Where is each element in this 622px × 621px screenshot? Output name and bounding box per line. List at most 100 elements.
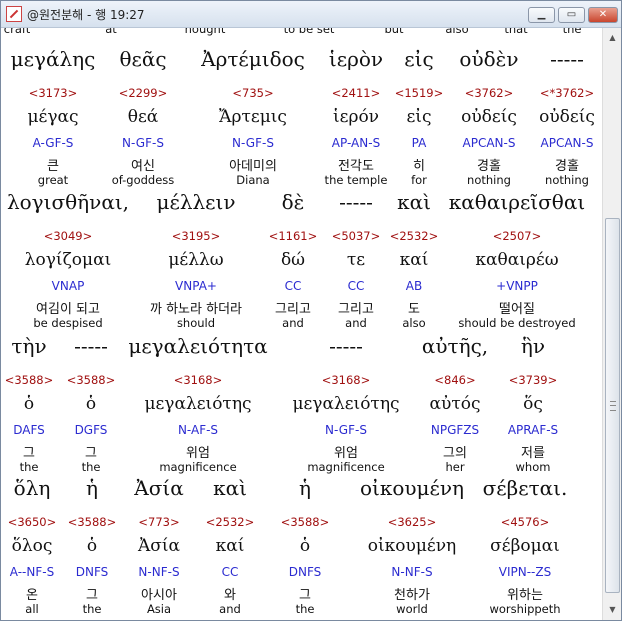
parsing-code: N-GF-S	[232, 136, 274, 150]
scroll-down-arrow-icon[interactable]: ▼	[605, 602, 620, 617]
strong-number: <5037>	[331, 229, 381, 243]
strong-number: <773>	[138, 515, 180, 529]
greek-word: καθαιρεῖσθαι	[448, 190, 586, 214]
title-bar[interactable]: @원전분해 - 행 19:27 ▁ ▭ ✕	[1, 1, 621, 28]
parsing-code: DNFS	[288, 565, 322, 579]
lemma-word: σέβομαι	[490, 536, 560, 556]
english-gloss: her	[445, 460, 465, 474]
lemma-word: μέγας	[27, 107, 79, 127]
top-cut-gloss: at	[105, 28, 117, 36]
grip-icon	[610, 401, 616, 411]
greek-word: σέβεται.	[482, 476, 568, 500]
korean-gloss: 그	[85, 446, 97, 461]
english-gloss: great	[37, 173, 69, 187]
strong-number: <3762>	[464, 86, 514, 100]
parsing-code: CC	[221, 565, 239, 579]
scrollbar-thumb[interactable]	[605, 218, 620, 593]
korean-gloss: 그	[23, 446, 35, 461]
top-cut-gloss: that	[504, 28, 528, 36]
korean-gloss: 그	[299, 588, 311, 603]
lemma-word: ὁ	[86, 536, 98, 556]
strong-number: <3168>	[321, 373, 371, 387]
english-gloss: magnificence	[307, 460, 385, 474]
strong-number: <4576>	[500, 515, 550, 529]
greek-word: ἣν	[520, 334, 546, 358]
korean-gloss: 그리고	[338, 302, 374, 317]
lemma-word: ὁ	[85, 394, 97, 414]
parsing-code: A--NF-S	[9, 565, 55, 579]
parsing-code: VNPA+	[175, 279, 217, 293]
scroll-up-arrow-icon[interactable]: ▲	[605, 30, 620, 45]
greek-word: Ἀσία	[134, 476, 184, 500]
korean-gloss: 큰	[47, 159, 59, 174]
strong-number: <3588>	[4, 373, 54, 387]
greek-word: ὅλη	[13, 476, 51, 500]
korean-gloss: 위하는	[507, 588, 543, 603]
minimize-button[interactable]: ▁	[528, 7, 555, 23]
english-gloss: the	[295, 602, 315, 616]
english-gloss: magnificence	[159, 460, 237, 474]
english-gloss: world	[396, 602, 428, 616]
lemma-word: οὐδείς	[461, 107, 517, 127]
english-gloss: should be destroyed	[458, 316, 576, 330]
strong-number: <3588>	[67, 515, 117, 529]
parsing-code: N-GF-S	[122, 136, 164, 150]
parsing-code: N-AF-S	[177, 423, 219, 437]
greek-word: αὐτῆς,	[421, 334, 489, 358]
parsing-code: PA	[411, 136, 427, 150]
english-gloss: and	[219, 602, 241, 616]
english-gloss: Diana	[236, 173, 270, 187]
korean-gloss: 그	[86, 588, 98, 603]
strong-number: <3588>	[66, 373, 116, 387]
greek-word: ἡ	[86, 476, 98, 500]
close-button[interactable]: ✕	[588, 7, 618, 23]
top-cut-gloss: but	[384, 28, 404, 36]
parsing-code: DAFS	[13, 423, 45, 437]
lemma-word: ὅς	[523, 394, 543, 414]
greek-word: οἰκουμένη	[359, 476, 465, 500]
korean-gloss: 여김이 되고	[36, 302, 100, 317]
strong-number: <2532>	[205, 515, 255, 529]
korean-gloss: 천하가	[394, 588, 430, 603]
greek-word: -----	[339, 190, 373, 214]
greek-word: -----	[329, 334, 363, 358]
english-gloss: nothing	[467, 173, 511, 187]
english-gloss: all	[25, 602, 39, 616]
lemma-word: αὐτός	[429, 394, 481, 414]
greek-word: ἱερὸν	[328, 47, 384, 71]
strong-number: <3168>	[173, 373, 223, 387]
greek-word: μεγαλειότητα	[128, 334, 268, 358]
lemma-word: καί	[399, 250, 429, 270]
parsing-code: +VNPP	[496, 279, 538, 293]
english-gloss: be despised	[33, 316, 103, 330]
english-gloss: worshippeth	[489, 602, 561, 616]
lemma-word: μέλλω	[168, 250, 224, 270]
parsing-code: APRAF-S	[507, 423, 559, 437]
strong-number: <2532>	[389, 229, 439, 243]
strong-number: <2299>	[118, 86, 168, 100]
vertical-scrollbar[interactable]: ▲ ▼	[602, 28, 621, 620]
parsing-code: DGFS	[74, 423, 108, 437]
maximize-button[interactable]: ▭	[558, 7, 585, 23]
greek-word: λογισθῆναι,	[6, 190, 130, 214]
korean-gloss: 여신	[131, 159, 155, 174]
english-gloss: the	[81, 460, 101, 474]
parsing-code: VIPN--ZS	[498, 565, 552, 579]
english-gloss: the	[82, 602, 102, 616]
parsing-code: CC	[347, 279, 365, 293]
english-gloss: also	[402, 316, 426, 330]
strong-number: <*3762>	[539, 86, 595, 100]
parsing-code: AP-AN-S	[331, 136, 381, 150]
parsing-code: APCAN-S	[462, 136, 516, 150]
strong-number: <2411>	[331, 86, 381, 100]
lemma-word: οὐδείς	[539, 107, 595, 127]
korean-gloss: 와	[224, 588, 236, 603]
app-window: @원전분해 - 행 19:27 ▁ ▭ ✕ craft at nought to be…	[0, 0, 622, 621]
korean-gloss: 위엄	[186, 446, 210, 461]
lemma-word: εἰς	[406, 107, 432, 127]
english-gloss: the	[19, 460, 39, 474]
korean-gloss: 저를	[521, 446, 545, 461]
parsing-code: DNFS	[75, 565, 109, 579]
greek-word: εἰς	[404, 47, 434, 71]
strong-number: <735>	[232, 86, 274, 100]
